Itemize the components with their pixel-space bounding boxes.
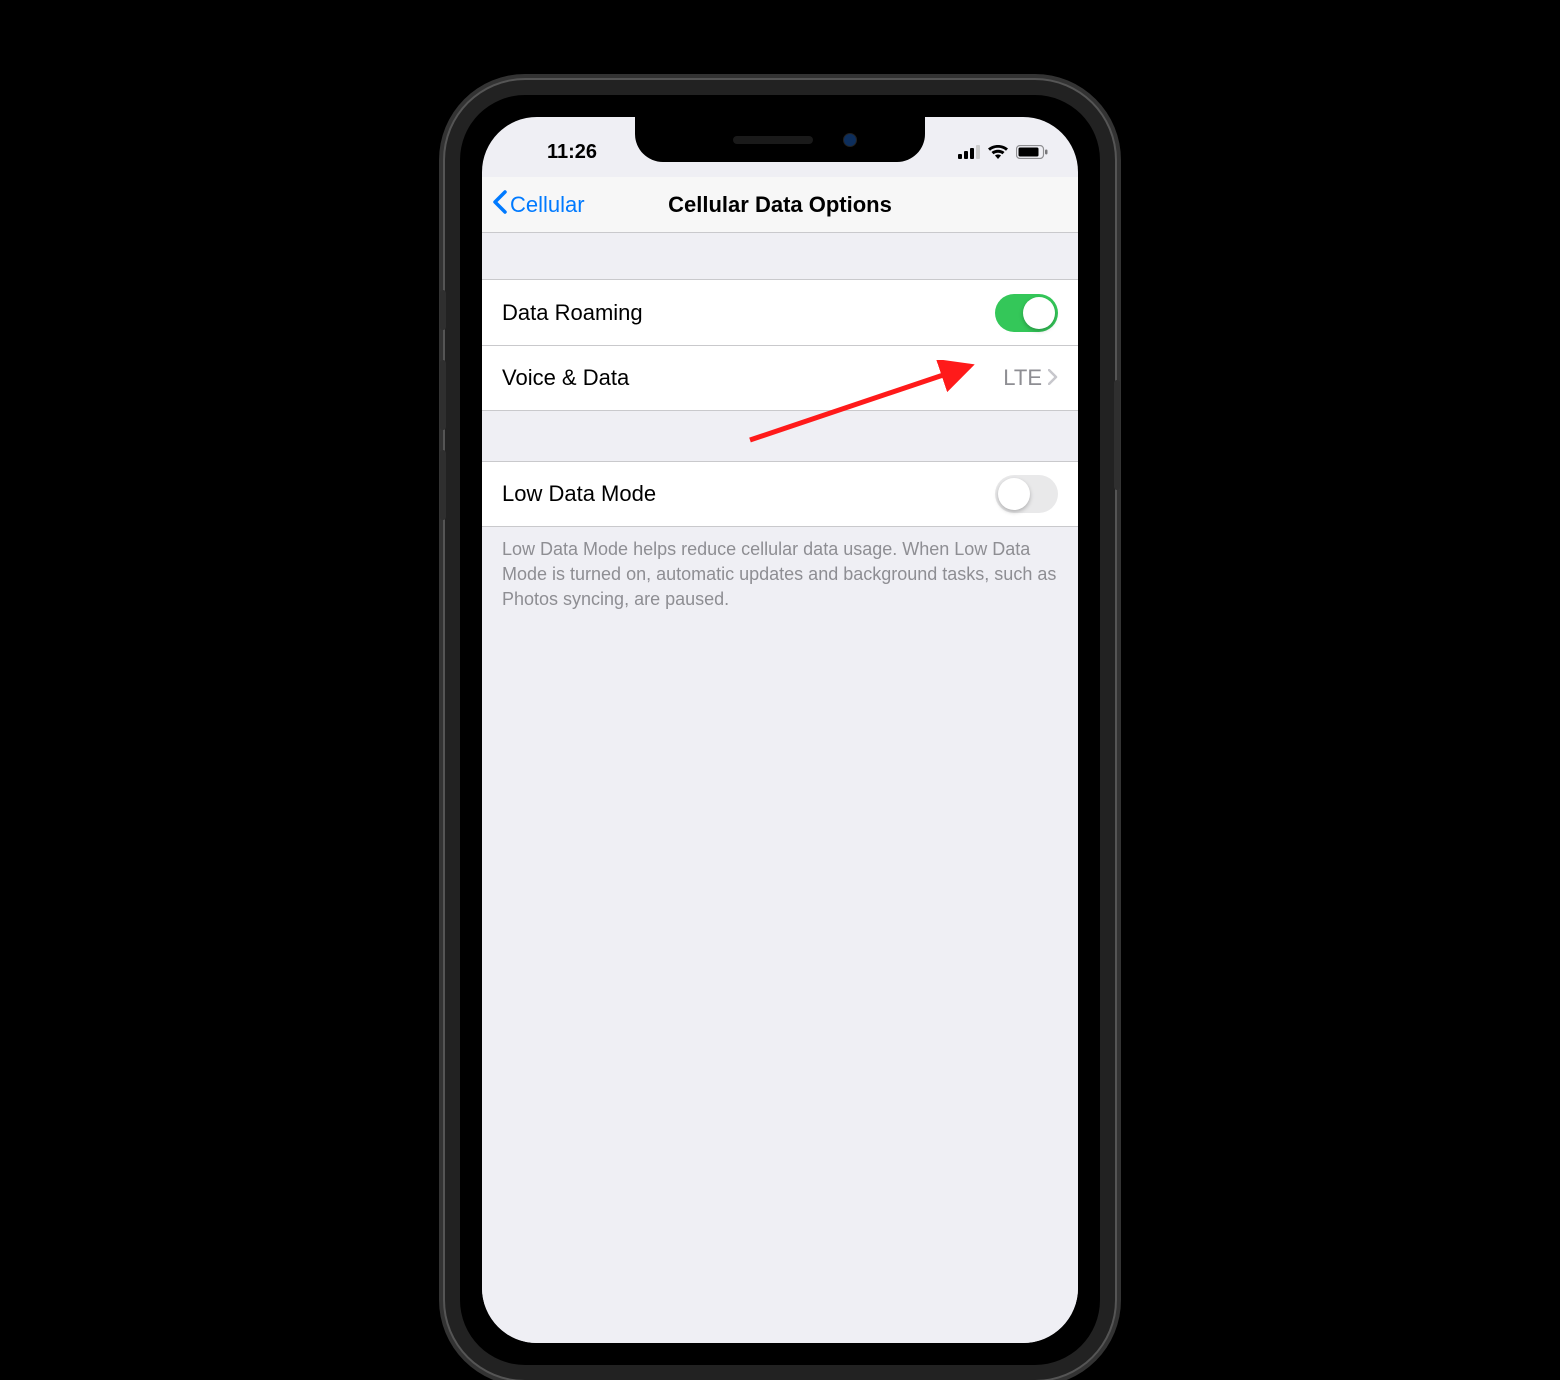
low-data-mode-toggle[interactable] bbox=[995, 475, 1058, 513]
cellular-signal-icon bbox=[958, 145, 980, 159]
nav-bar: Cellular Cellular Data Options bbox=[482, 177, 1078, 233]
chevron-right-icon bbox=[1048, 365, 1058, 391]
notch bbox=[635, 117, 925, 162]
iphone-frame: 11:26 bbox=[445, 80, 1115, 1380]
screen: 11:26 bbox=[482, 117, 1078, 1343]
side-button bbox=[440, 360, 446, 430]
data-roaming-cell[interactable]: Data Roaming bbox=[482, 279, 1078, 345]
side-button bbox=[440, 290, 446, 330]
low-data-mode-label: Low Data Mode bbox=[502, 481, 995, 507]
data-roaming-toggle[interactable] bbox=[995, 294, 1058, 332]
side-button bbox=[1114, 380, 1120, 490]
wifi-icon bbox=[987, 144, 1009, 160]
chevron-left-icon bbox=[492, 190, 510, 220]
voice-data-cell[interactable]: Voice & Data LTE bbox=[482, 345, 1078, 411]
status-time: 11:26 bbox=[522, 141, 622, 164]
back-button[interactable]: Cellular bbox=[482, 190, 585, 220]
back-label: Cellular bbox=[510, 192, 585, 218]
voice-data-label: Voice & Data bbox=[502, 365, 1003, 391]
battery-icon bbox=[1016, 145, 1048, 159]
low-data-mode-footer: Low Data Mode helps reduce cellular data… bbox=[482, 527, 1078, 623]
voice-data-value: LTE bbox=[1003, 365, 1042, 391]
data-roaming-label: Data Roaming bbox=[502, 300, 995, 326]
side-button bbox=[440, 450, 446, 520]
low-data-mode-cell[interactable]: Low Data Mode bbox=[482, 461, 1078, 527]
settings-content: Data Roaming Voice & Data LTE Low Data M… bbox=[482, 233, 1078, 1343]
